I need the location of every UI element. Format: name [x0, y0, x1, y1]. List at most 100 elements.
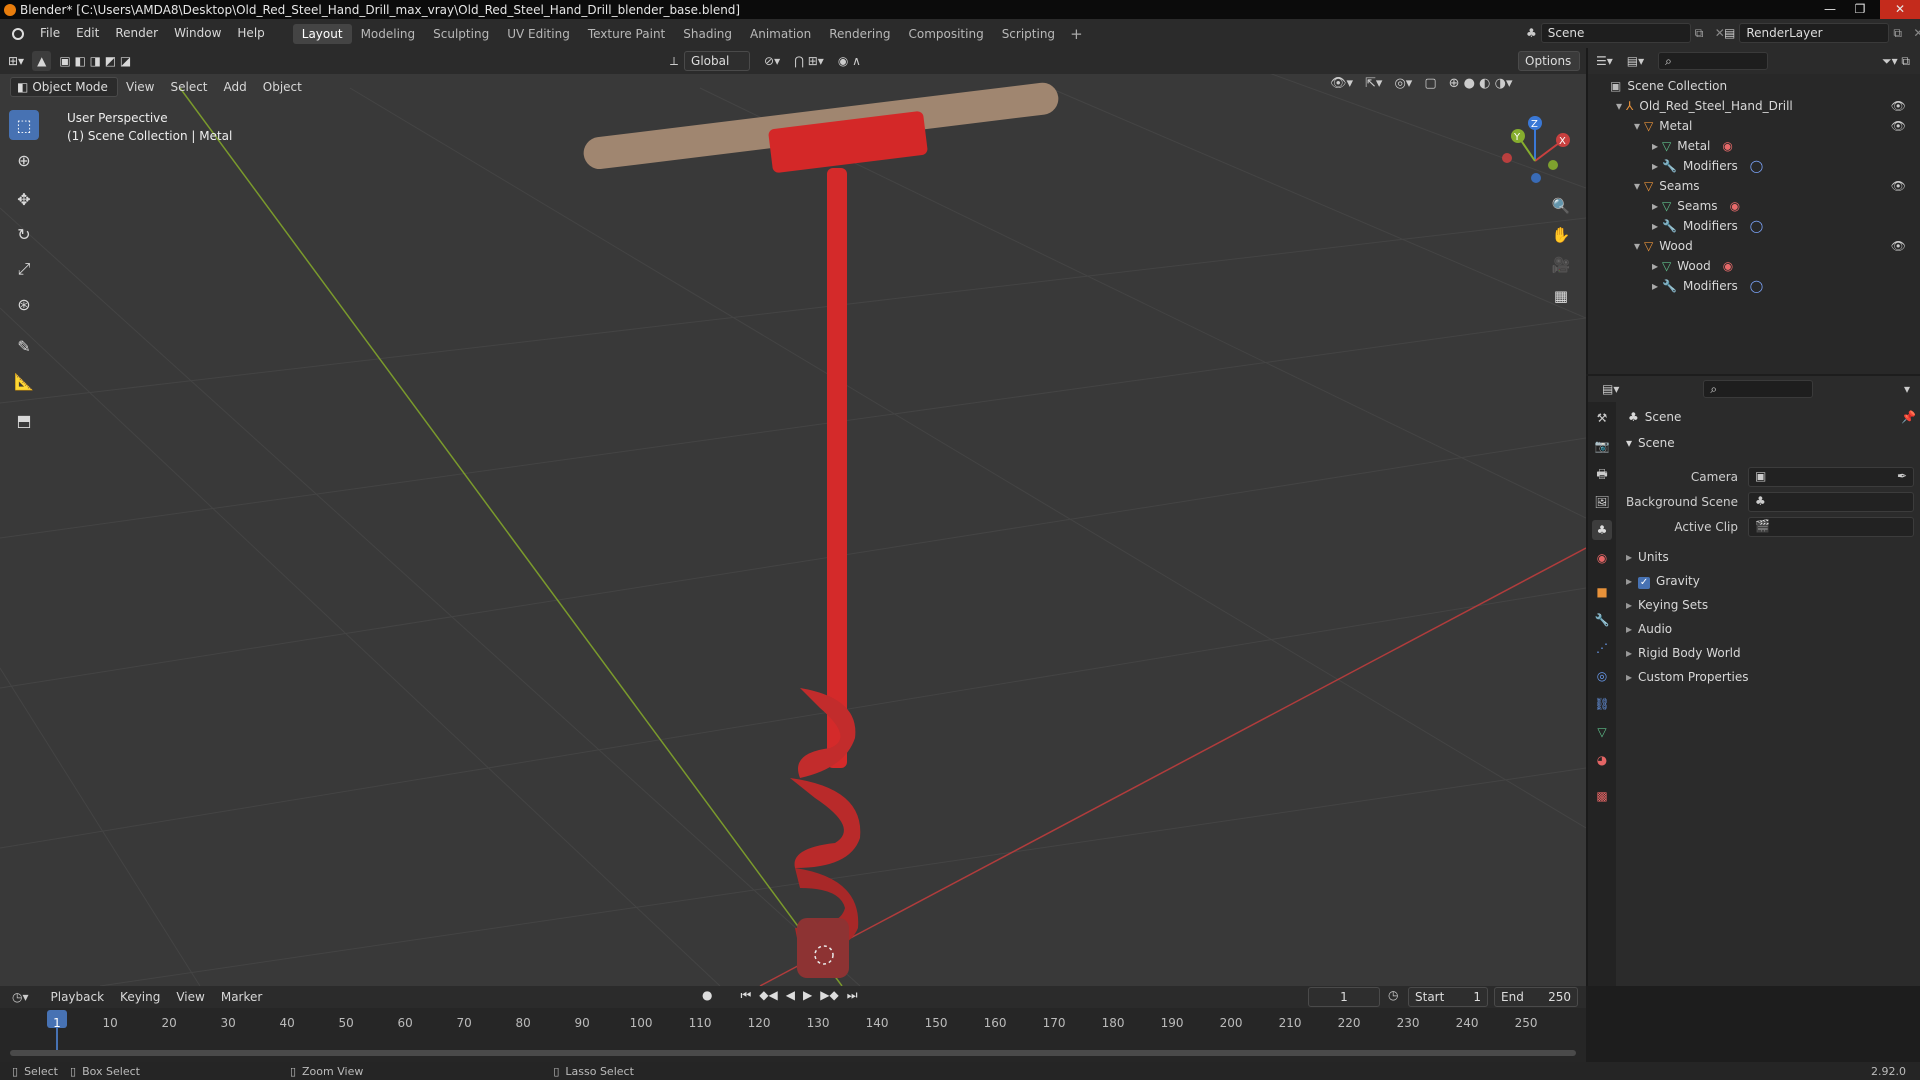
- delete-layer-icon[interactable]: ✕: [1913, 26, 1920, 40]
- outliner-modifiers-metal[interactable]: ▸ 🔧 Modifiers ◯: [1652, 156, 1763, 176]
- material-tab-icon[interactable]: ◕: [1592, 750, 1612, 770]
- menu-window[interactable]: Window: [166, 19, 229, 48]
- ortho-grid-icon[interactable]: ▦: [1548, 283, 1574, 309]
- camera-view-icon[interactable]: 🎥: [1548, 252, 1574, 278]
- tab-scripting[interactable]: Scripting: [993, 24, 1064, 44]
- menu-object[interactable]: Object: [255, 77, 310, 97]
- visibility-eye-icon[interactable]: 👁: [1891, 96, 1906, 116]
- display-mode-icon[interactable]: ▤▾: [1627, 54, 1644, 68]
- modifier-tab-icon[interactable]: 🔧: [1592, 610, 1612, 630]
- units-panel[interactable]: ▸ Units: [1626, 550, 1669, 564]
- scale-tool-icon[interactable]: ⤢: [9, 254, 39, 284]
- visibility-eye-icon[interactable]: 👁: [1891, 236, 1906, 256]
- maximize-button[interactable]: ❐: [1846, 0, 1874, 19]
- select-tool-icon[interactable]: ▲: [32, 51, 52, 71]
- outliner-editor-icon[interactable]: ☰▾: [1596, 54, 1613, 68]
- view-layer-tab-icon[interactable]: 🖼: [1592, 492, 1612, 512]
- add-cube-tool-icon[interactable]: ⬒: [9, 405, 39, 435]
- transform-tool-icon[interactable]: ⊛: [9, 289, 39, 319]
- gizmo-toggle-icon[interactable]: ⇱▾: [1365, 76, 1382, 91]
- selection-mode-icons[interactable]: ▣ ◧ ◨ ◩ ◪: [51, 51, 139, 71]
- outliner-modifiers-wood[interactable]: ▸ 🔧 Modifiers ◯: [1652, 276, 1763, 296]
- object-tab-icon[interactable]: ■: [1592, 582, 1612, 602]
- collection-row[interactable]: ▾ ⅄ Old_Red_Steel_Hand_Drill 👁: [1616, 96, 1916, 116]
- rigid-body-world-panel[interactable]: ▸ Rigid Body World: [1626, 646, 1741, 660]
- metal-shaft[interactable]: [827, 168, 847, 768]
- move-tool-icon[interactable]: ✥: [9, 184, 39, 214]
- tab-rendering[interactable]: Rendering: [820, 24, 899, 44]
- outliner-mesh-wood[interactable]: ▸ ▽ Wood ◉: [1652, 256, 1733, 276]
- outliner-item-seams[interactable]: ▾ ▽ Seams 👁: [1634, 176, 1916, 196]
- new-scene-icon[interactable]: ⧉: [1695, 26, 1711, 41]
- transform-orientation-dropdown[interactable]: Global: [684, 51, 751, 71]
- particles-tab-icon[interactable]: ⋰: [1592, 638, 1612, 658]
- close-button[interactable]: ✕: [1880, 0, 1920, 19]
- blender-menu-icon[interactable]: [12, 27, 24, 40]
- rotate-tool-icon[interactable]: ↻: [9, 219, 39, 249]
- eyedropper-icon[interactable]: ✒: [1897, 469, 1907, 483]
- menu-render[interactable]: Render: [107, 19, 166, 48]
- minimize-button[interactable]: —: [1816, 0, 1844, 19]
- properties-search-input[interactable]: ⌕: [1703, 380, 1814, 398]
- data-tab-icon[interactable]: ▽: [1592, 722, 1612, 742]
- tab-uv-editing[interactable]: UV Editing: [498, 24, 579, 44]
- constraints-tab-icon[interactable]: ⛓: [1592, 694, 1612, 714]
- tab-compositing[interactable]: Compositing: [899, 24, 992, 44]
- annotate-tool-icon[interactable]: ✎: [9, 331, 39, 361]
- viewport-3d[interactable]: Z X Y: [0, 48, 1586, 986]
- background-scene-field[interactable]: ♣: [1748, 492, 1914, 512]
- menu-select[interactable]: Select: [162, 77, 215, 97]
- overlay-icon[interactable]: ◎▾: [1394, 76, 1412, 91]
- properties-menu-icon[interactable]: ▾: [1904, 382, 1910, 396]
- render-tab-icon[interactable]: 📷: [1592, 436, 1612, 456]
- timeline-scrollbar[interactable]: [10, 1050, 1576, 1056]
- menu-view[interactable]: View: [118, 77, 162, 97]
- cursor-tool-icon[interactable]: ⊕: [9, 145, 39, 175]
- output-tab-icon[interactable]: 🖶: [1592, 464, 1612, 484]
- visibility-icon[interactable]: 👁▾: [1330, 76, 1353, 91]
- measure-tool-icon[interactable]: 📐: [9, 366, 39, 396]
- outliner-item-metal[interactable]: ▾ ▽ Metal 👁: [1634, 116, 1916, 136]
- filter-icon[interactable]: ⏷▾ ⧉: [1882, 54, 1910, 69]
- material-icon[interactable]: ◉: [1722, 139, 1732, 153]
- visibility-eye-icon[interactable]: 👁: [1891, 176, 1906, 196]
- add-workspace-button[interactable]: +: [1064, 25, 1089, 43]
- tab-shading[interactable]: Shading: [674, 24, 741, 44]
- pin-icon[interactable]: 📌: [1901, 410, 1916, 424]
- material-icon[interactable]: ◉: [1730, 199, 1740, 213]
- options-dropdown[interactable]: Options: [1518, 51, 1580, 71]
- camera-field[interactable]: ▣ ✒: [1748, 467, 1914, 487]
- outliner-mesh-metal[interactable]: ▸ ▽ Metal ◉: [1652, 136, 1733, 156]
- pan-hand-icon[interactable]: ✋: [1548, 222, 1574, 248]
- custom-properties-panel[interactable]: ▸ Custom Properties: [1626, 670, 1748, 684]
- outliner-item-wood[interactable]: ▾ ▽ Wood 👁: [1634, 236, 1916, 256]
- xray-icon[interactable]: ▢: [1424, 76, 1436, 91]
- material-icon[interactable]: ◉: [1723, 259, 1733, 273]
- tool-tab-icon[interactable]: ⚒: [1592, 408, 1612, 428]
- audio-panel[interactable]: ▸ Audio: [1626, 622, 1672, 636]
- select-box-tool-icon[interactable]: ⬚: [9, 110, 39, 140]
- menu-help[interactable]: Help: [229, 19, 272, 48]
- outliner-search-input[interactable]: ⌕: [1658, 52, 1769, 70]
- visibility-eye-icon[interactable]: 👁: [1891, 116, 1906, 136]
- pivot-icon[interactable]: ⊘▾: [764, 54, 780, 68]
- scene-field[interactable]: Scene: [1540, 23, 1691, 43]
- properties-editor-icon[interactable]: ▤▾: [1602, 382, 1619, 396]
- physics-tab-icon[interactable]: ◎: [1592, 666, 1612, 686]
- tab-animation[interactable]: Animation: [741, 24, 820, 44]
- scene-collection-row[interactable]: ▣ Scene Collection: [1610, 76, 1727, 96]
- menu-edit[interactable]: Edit: [68, 19, 107, 48]
- texture-tab-icon[interactable]: ▩: [1592, 786, 1612, 806]
- mode-dropdown[interactable]: ◧ Object Mode: [10, 77, 118, 97]
- world-tab-icon[interactable]: ◉: [1592, 548, 1612, 568]
- gravity-panel[interactable]: ▸ ✓ Gravity: [1626, 574, 1700, 589]
- drill-model[interactable]: [582, 81, 1060, 978]
- editor-type-icon[interactable]: ⊞▾: [0, 51, 32, 71]
- outliner-mesh-seams[interactable]: ▸ ▽ Seams ◉: [1652, 196, 1740, 216]
- active-clip-field[interactable]: 🎬: [1748, 517, 1914, 537]
- renderlayer-field[interactable]: RenderLayer: [1739, 23, 1890, 43]
- scene-tab-icon[interactable]: ♣: [1592, 520, 1612, 540]
- zoom-icon[interactable]: 🔍: [1548, 193, 1574, 219]
- tab-modeling[interactable]: Modeling: [352, 24, 425, 44]
- new-layer-icon[interactable]: ⧉: [1893, 26, 1909, 41]
